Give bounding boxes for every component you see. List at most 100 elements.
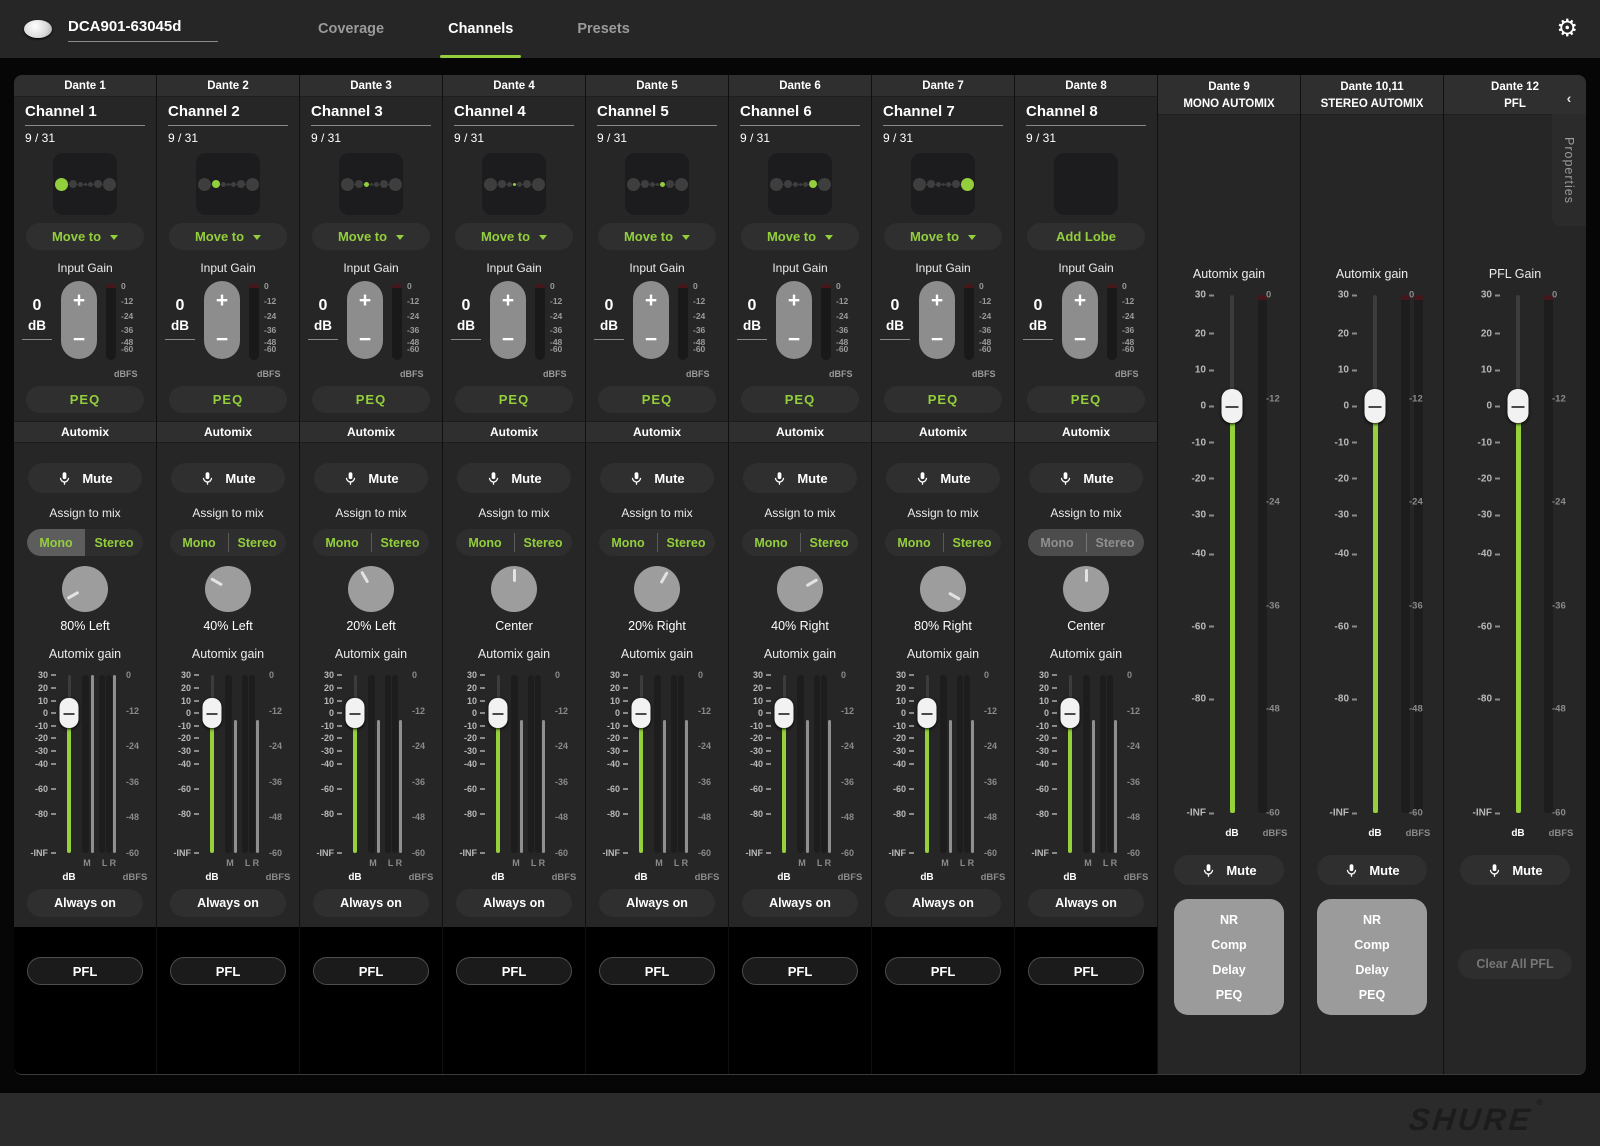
stereo-option[interactable]: Stereo <box>657 529 715 556</box>
pfl-button[interactable]: PFL <box>170 957 286 985</box>
pan-knob[interactable] <box>491 566 537 612</box>
dsp-delay-button[interactable]: Delay <box>1317 957 1427 982</box>
pfl-button[interactable]: PFL <box>742 957 858 985</box>
mono-option[interactable]: Mono <box>27 529 85 556</box>
dsp-nr-button[interactable]: NR <box>1174 907 1284 932</box>
mute-button[interactable]: Mute <box>171 463 285 493</box>
fader-thumb[interactable] <box>346 698 365 728</box>
peq-button[interactable]: PEQ <box>1027 386 1145 413</box>
gain-decrease-button[interactable]: − <box>633 320 669 359</box>
mute-button[interactable]: Mute <box>28 463 142 493</box>
pfl-button[interactable]: PFL <box>599 957 715 985</box>
mono-option[interactable]: Mono <box>742 529 800 556</box>
gain-increase-button[interactable]: + <box>347 281 383 320</box>
pfl-button[interactable]: PFL <box>27 957 143 985</box>
move-to-button[interactable]: Move to <box>169 223 287 250</box>
peq-button[interactable]: PEQ <box>312 386 430 413</box>
channel-name[interactable]: Channel 4 <box>454 103 574 126</box>
mute-button[interactable]: Mute <box>1029 463 1143 493</box>
fader-thumb[interactable] <box>489 698 508 728</box>
move-to-button[interactable]: Move to <box>598 223 716 250</box>
gain-decrease-button[interactable]: − <box>204 320 240 359</box>
pan-knob[interactable] <box>348 566 394 612</box>
clear-all-pfl-button[interactable]: Clear All PFL <box>1458 949 1572 979</box>
move-to-button[interactable]: Move to <box>884 223 1002 250</box>
gain-decrease-button[interactable]: − <box>1062 320 1098 359</box>
pan-knob[interactable] <box>62 566 108 612</box>
tab-presets[interactable]: Presets <box>569 0 637 58</box>
gear-icon[interactable]: ⚙ <box>1556 17 1578 41</box>
pfl-button[interactable]: PFL <box>885 957 1001 985</box>
channel-name[interactable]: Channel 3 <box>311 103 431 126</box>
always-on-button[interactable]: Always on <box>170 889 286 917</box>
move-to-button[interactable]: Move to <box>455 223 573 250</box>
gain-decrease-button[interactable]: − <box>490 320 526 359</box>
gain-increase-button[interactable]: + <box>633 281 669 320</box>
channel-name[interactable]: Channel 7 <box>883 103 1003 126</box>
gain-decrease-button[interactable]: − <box>776 320 812 359</box>
always-on-button[interactable]: Always on <box>27 889 143 917</box>
stereo-option[interactable]: Stereo <box>371 529 429 556</box>
peq-button[interactable]: PEQ <box>884 386 1002 413</box>
mute-button[interactable]: Mute <box>743 463 857 493</box>
mute-button[interactable]: Mute <box>1460 855 1570 885</box>
chevron-left-icon[interactable]: ‹ <box>1552 85 1586 111</box>
channel-name[interactable]: Channel 8 <box>1026 103 1146 126</box>
mono-option[interactable]: Mono <box>170 529 228 556</box>
mute-button[interactable]: Mute <box>1317 855 1427 885</box>
dsp-comp-button[interactable]: Comp <box>1317 932 1427 957</box>
always-on-button[interactable]: Always on <box>1028 889 1144 917</box>
fader-thumb[interactable] <box>1365 389 1386 423</box>
dsp-peq-button[interactable]: PEQ <box>1174 982 1284 1007</box>
gain-decrease-button[interactable]: − <box>61 320 97 359</box>
move-to-button[interactable]: Move to <box>26 223 144 250</box>
dsp-nr-button[interactable]: NR <box>1317 907 1427 932</box>
gain-increase-button[interactable]: + <box>204 281 240 320</box>
mono-option[interactable]: Mono <box>599 529 657 556</box>
peq-button[interactable]: PEQ <box>741 386 859 413</box>
pfl-button[interactable]: PFL <box>1028 957 1144 985</box>
move-to-button[interactable]: Move to <box>312 223 430 250</box>
properties-tab[interactable]: Properties <box>1552 114 1586 226</box>
channel-name[interactable]: Channel 5 <box>597 103 717 126</box>
fader-thumb[interactable] <box>203 698 222 728</box>
fader-thumb[interactable] <box>632 698 651 728</box>
tab-channels[interactable]: Channels <box>440 0 521 58</box>
pan-knob[interactable] <box>1063 566 1109 612</box>
always-on-button[interactable]: Always on <box>885 889 1001 917</box>
mono-option[interactable]: Mono <box>885 529 943 556</box>
channel-name[interactable]: Channel 2 <box>168 103 288 126</box>
dsp-delay-button[interactable]: Delay <box>1174 957 1284 982</box>
gain-increase-button[interactable]: + <box>776 281 812 320</box>
dsp-comp-button[interactable]: Comp <box>1174 932 1284 957</box>
peq-button[interactable]: PEQ <box>598 386 716 413</box>
stereo-option[interactable]: Stereo <box>85 529 143 556</box>
stereo-option[interactable]: Stereo <box>514 529 572 556</box>
pan-knob[interactable] <box>777 566 823 612</box>
gain-decrease-button[interactable]: − <box>919 320 955 359</box>
move-to-button[interactable]: Move to <box>741 223 859 250</box>
fader-thumb[interactable] <box>918 698 937 728</box>
tab-coverage[interactable]: Coverage <box>310 0 392 58</box>
mute-button[interactable]: Mute <box>457 463 571 493</box>
mono-option[interactable]: Mono <box>1028 529 1086 556</box>
mute-button[interactable]: Mute <box>1174 855 1284 885</box>
gain-increase-button[interactable]: + <box>919 281 955 320</box>
channel-name[interactable]: Channel 6 <box>740 103 860 126</box>
mute-button[interactable]: Mute <box>314 463 428 493</box>
stereo-option[interactable]: Stereo <box>943 529 1001 556</box>
device-name-field[interactable]: DCA901-63045d <box>68 16 218 42</box>
gain-decrease-button[interactable]: − <box>347 320 383 359</box>
peq-button[interactable]: PEQ <box>455 386 573 413</box>
stereo-option[interactable]: Stereo <box>1086 529 1144 556</box>
fader-thumb[interactable] <box>60 698 79 728</box>
fader-thumb[interactable] <box>1222 389 1243 423</box>
gain-increase-button[interactable]: + <box>490 281 526 320</box>
pfl-button[interactable]: PFL <box>313 957 429 985</box>
always-on-button[interactable]: Always on <box>456 889 572 917</box>
gain-increase-button[interactable]: + <box>61 281 97 320</box>
always-on-button[interactable]: Always on <box>742 889 858 917</box>
mute-button[interactable]: Mute <box>600 463 714 493</box>
mono-option[interactable]: Mono <box>456 529 514 556</box>
peq-button[interactable]: PEQ <box>26 386 144 413</box>
